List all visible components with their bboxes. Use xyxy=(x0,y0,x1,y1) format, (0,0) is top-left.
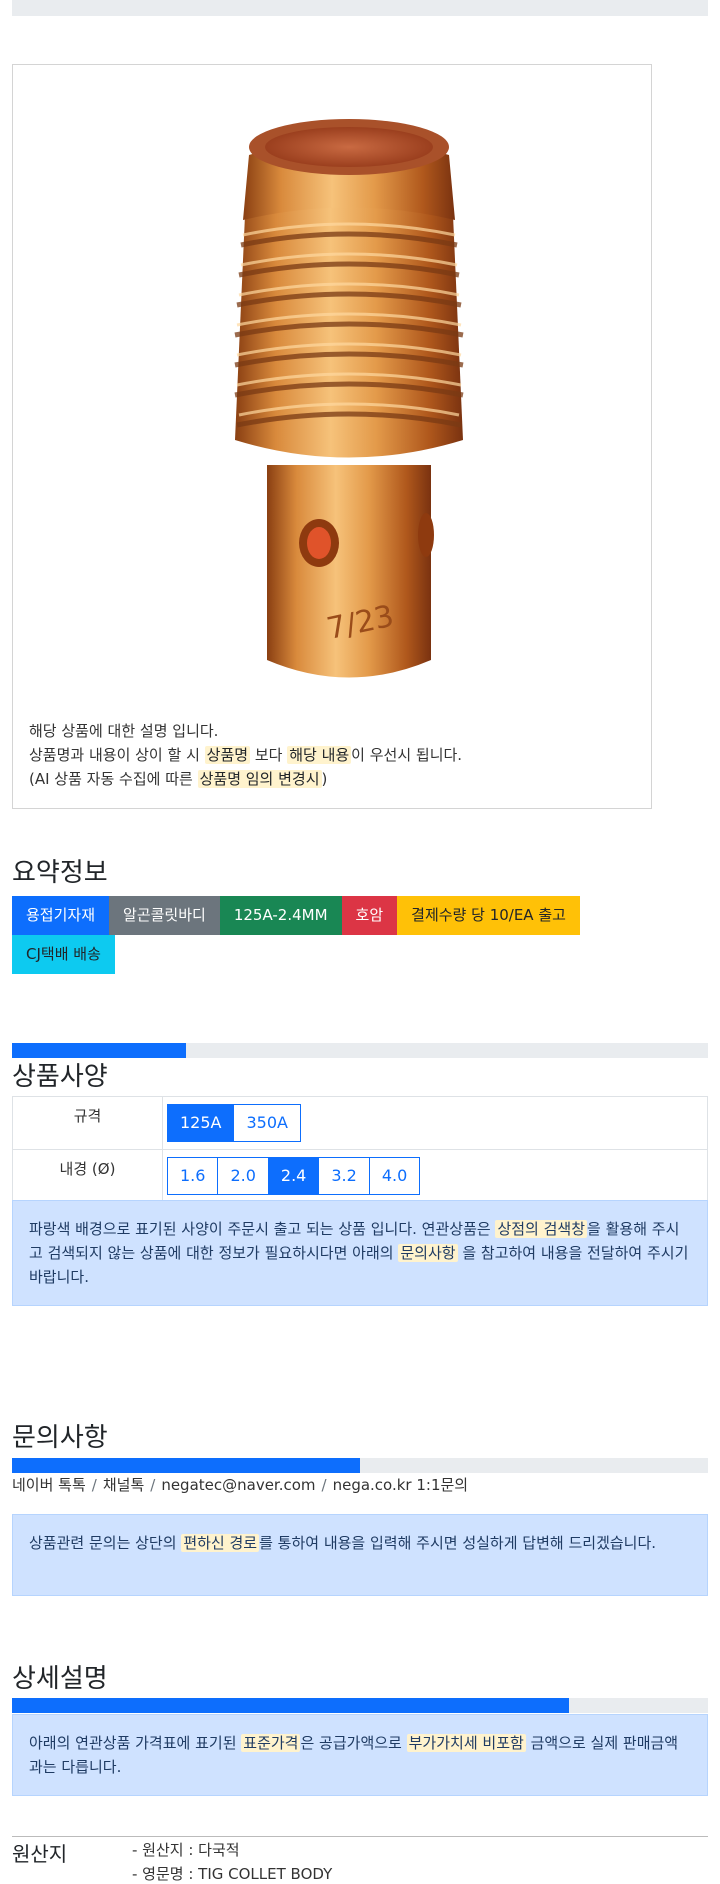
product-image-card: 7/23 해당 상품에 대한 설명 입니다. 상품명과 내용이 상이 할 시 상… xyxy=(12,64,652,809)
highlight-inquiry: 문의사항 xyxy=(398,1244,458,1262)
highlight-standard-price: 표준가격 xyxy=(241,1734,301,1752)
size-option-125a[interactable]: 125A xyxy=(167,1104,235,1142)
summary-badges: 용접기자재 알곤콜릿바디 125A-2.4MM 호암 결제수량 당 10/EA … xyxy=(12,896,632,974)
highlight-convenient-route: 편하신 경로 xyxy=(181,1534,260,1552)
highlight-product-name: 상품명 xyxy=(204,746,251,764)
spec-row-size: 규격 125A 350A xyxy=(12,1096,708,1150)
contact-breadcrumb: 네이버 톡톡 / 채널톡 / negatec@naver.com / nega.co.kr … xyxy=(12,1476,469,1494)
spec-progress-bar xyxy=(12,1043,708,1058)
badge-quantity: 결제수량 당 10/EA 출고 xyxy=(397,896,580,935)
origin-title: 원산지 xyxy=(12,1842,68,1866)
desc-line-1: 해당 상품에 대한 설명 입니다. xyxy=(29,722,219,740)
contact-site-inquiry[interactable]: nega.co.kr 1:1문의 xyxy=(333,1476,469,1494)
inquiry-title: 문의사항 xyxy=(12,1423,108,1453)
origin-item-english-name: - 영문명 : TIG COLLET BODY xyxy=(132,1865,333,1883)
highlight-vat-excluded: 부가가치세 비포함 xyxy=(406,1734,526,1752)
diameter-option-3-2[interactable]: 3.2 xyxy=(318,1157,370,1195)
spec-row-diameter: 내경 (Ø) 1.6 2.0 2.4 3.2 4.0 xyxy=(12,1149,708,1203)
desc-line-3: (AI 상품 자동 수집에 따른 상품명 임의 변경시) xyxy=(29,770,328,788)
highlight-store-search: 상점의 검색창 xyxy=(495,1220,588,1238)
badge-category: 용접기자재 xyxy=(12,896,110,935)
product-photo: 7/23 xyxy=(234,119,464,678)
diameter-option-2-0[interactable]: 2.0 xyxy=(217,1157,269,1195)
spec-table: 규격 125A 350A 내경 (Ø) 1.6 2.0 2.4 3.2 4.0 xyxy=(12,1096,708,1203)
spec-notice: 파랑색 배경으로 표기된 사양이 주문시 출고 되는 상품 입니다. 연관상품은… xyxy=(12,1200,708,1306)
badge-shipping: CJ택배 배송 xyxy=(12,935,115,974)
top-divider xyxy=(12,0,708,16)
origin-list: - 원산지 : 다국적 - 영문명 : TIG COLLET BODY xyxy=(132,1838,332,1884)
origin-item-country: - 원산지 : 다국적 xyxy=(132,1841,240,1859)
size-options: 125A 350A xyxy=(167,1104,707,1142)
inquiry-progress-fill xyxy=(12,1458,360,1473)
badge-product-type: 알곤콜릿바디 xyxy=(109,896,220,935)
origin-divider xyxy=(12,1836,708,1837)
spec-label-diameter: 내경 (Ø) xyxy=(12,1149,163,1203)
product-description: 해당 상품에 대한 설명 입니다. 상품명과 내용이 상이 할 시 상품명 보다… xyxy=(29,719,462,791)
summary-title: 요약정보 xyxy=(12,858,108,888)
inquiry-notice: 상품관련 문의는 상단의 편하신 경로 를 통하여 내용을 입력해 주시면 성실하… xyxy=(12,1514,708,1596)
diameter-option-4-0[interactable]: 4.0 xyxy=(368,1157,421,1195)
badge-spec: 125A-2.4MM xyxy=(219,896,342,935)
badge-brand: 호암 xyxy=(341,896,398,935)
highlight-content: 해당 내용 xyxy=(287,746,352,764)
spec-label-size: 규격 xyxy=(12,1096,163,1150)
inquiry-progress-bar xyxy=(12,1458,708,1473)
contact-channel-talk[interactable]: 채널톡 xyxy=(103,1476,144,1494)
detail-title: 상세설명 xyxy=(12,1664,108,1694)
contact-naver-talk[interactable]: 네이버 톡톡 xyxy=(12,1476,86,1494)
diameter-option-1-6[interactable]: 1.6 xyxy=(167,1157,219,1195)
detail-notice: 아래의 연관상품 가격표에 표기된 표준가격 은 공급가액으로 부가가치세 비포함… xyxy=(12,1714,708,1796)
detail-progress-fill xyxy=(12,1698,569,1713)
detail-progress-bar xyxy=(12,1698,708,1713)
diameter-option-2-4[interactable]: 2.4 xyxy=(267,1157,320,1195)
contact-email[interactable]: negatec@naver.com xyxy=(161,1476,315,1494)
size-option-350a[interactable]: 350A xyxy=(233,1104,301,1142)
highlight-name-change: 상품명 임의 변경시 xyxy=(197,770,322,788)
spec-title: 상품사양 xyxy=(12,1062,108,1092)
desc-line-2: 상품명과 내용이 상이 할 시 상품명 보다 해당 내용 이 우선시 됩니다. xyxy=(29,746,463,764)
diameter-options: 1.6 2.0 2.4 3.2 4.0 xyxy=(167,1157,707,1195)
